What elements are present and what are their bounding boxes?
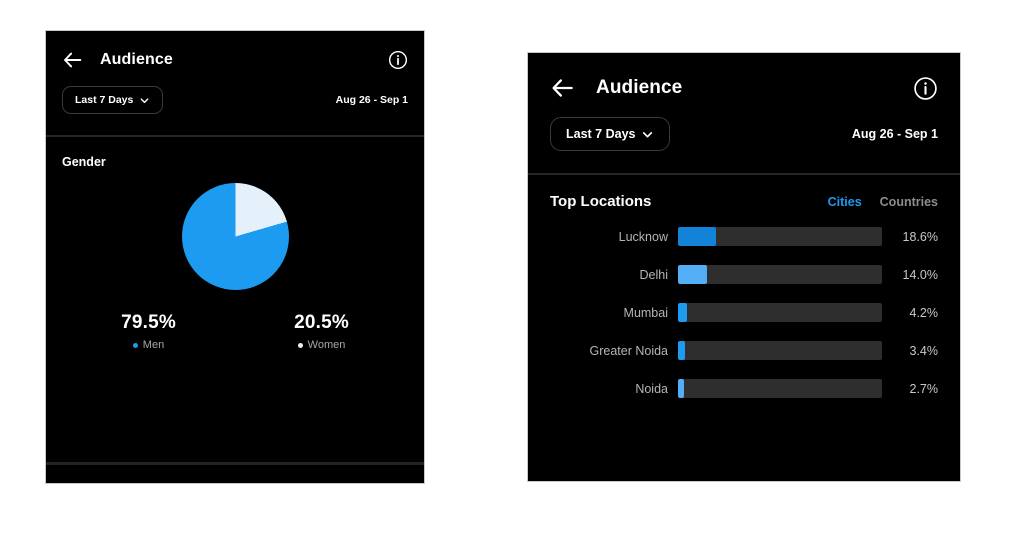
- women-label-text: Women: [307, 339, 346, 351]
- pie-slices: [181, 183, 289, 290]
- men-color-dot: [132, 342, 138, 348]
- bar-track: [678, 265, 882, 284]
- audience-gender-panel: Audience Last 7 Days Aug 26 - Sep 1 Gend…: [45, 30, 425, 484]
- filter-row: Last 7 Days Aug 26 - Sep 1: [62, 86, 408, 114]
- bar-percentage: 18.6%: [902, 229, 938, 244]
- top-locations-header: Top Locations Cities Countries: [550, 193, 938, 210]
- locations-bar-list: Lucknow 18.6% Delhi 14.0% Mumbai 4.2% Greater …: [550, 227, 938, 398]
- chevron-down-icon: [140, 97, 149, 103]
- page-title: Audience: [596, 77, 683, 98]
- women-percentage: 20.5%: [294, 312, 349, 333]
- top-locations-card: Top Locations Cities Countries Lucknow 18…: [528, 175, 960, 398]
- date-range-text: Aug 26 - Sep 1: [335, 94, 408, 106]
- bar-label: Greater Noida: [589, 343, 668, 358]
- filter-row: Last 7 Days Aug 26 - Sep 1: [550, 117, 938, 151]
- gender-card-title: Gender: [62, 155, 106, 169]
- bar-percentage: 4.2%: [909, 305, 939, 320]
- bar-track: [678, 341, 882, 360]
- men-legend-label: Men: [62, 339, 235, 351]
- info-circle-icon[interactable]: [913, 76, 938, 101]
- info-circle-icon[interactable]: [388, 50, 408, 70]
- date-range-selector-label: Last 7 Days: [566, 127, 636, 141]
- date-range-text: Aug 26 - Sep 1: [851, 127, 938, 141]
- date-range-selector[interactable]: Last 7 Days: [550, 117, 671, 151]
- page-title: Audience: [100, 51, 173, 68]
- bar-fill: [678, 303, 687, 322]
- bar-percentage: 2.7%: [909, 381, 939, 396]
- bar-track: [678, 303, 882, 322]
- back-arrow-icon[interactable]: [550, 75, 576, 101]
- bar-row: Greater Noida 3.4%: [550, 341, 938, 360]
- men-percentage: 79.5%: [121, 312, 176, 333]
- bar-fill: [678, 379, 684, 398]
- date-range-selector-label: Last 7 Days: [75, 94, 134, 106]
- gender-legend: 79.5% Men 20.5% Women: [62, 312, 408, 351]
- men-label-text: Men: [142, 339, 165, 351]
- bar-percentage: 14.0%: [902, 267, 938, 282]
- bar-row: Delhi 14.0%: [550, 265, 938, 284]
- bar-fill: [678, 265, 707, 284]
- bar-fill: [678, 341, 685, 360]
- chevron-down-icon: [643, 131, 653, 137]
- bar-row: Noida 2.7%: [550, 379, 938, 398]
- women-color-dot: [297, 342, 303, 348]
- legend-item-women: 20.5% Women: [235, 312, 408, 351]
- bar-percentage: 3.4%: [909, 343, 939, 358]
- tab-countries[interactable]: Countries: [880, 195, 938, 209]
- legend-item-men: 79.5% Men: [62, 312, 235, 351]
- bar-label: Mumbai: [623, 305, 668, 320]
- tab-cities[interactable]: Cities: [828, 195, 862, 209]
- bar-label: Lucknow: [618, 229, 668, 244]
- gender-pie-chart: [62, 183, 408, 290]
- bar-row: Mumbai 4.2%: [550, 303, 938, 322]
- bar-label: Noida: [635, 381, 668, 396]
- date-range-selector[interactable]: Last 7 Days: [62, 86, 164, 114]
- gender-card: Gender 79.5% Men 20.5% Women: [46, 137, 424, 351]
- bar-track: [678, 379, 882, 398]
- women-legend-label: Women: [235, 339, 408, 351]
- top-locations-title: Top Locations: [550, 193, 652, 210]
- card-bottom-divider: [46, 462, 424, 465]
- bar-fill: [678, 227, 716, 246]
- app-header: Audience: [62, 40, 408, 80]
- audience-locations-panel: Audience Last 7 Days Aug 26 - Sep 1 Top …: [527, 52, 961, 482]
- bar-track: [678, 227, 882, 246]
- locations-scope-toggle: Cities Countries: [828, 195, 938, 209]
- app-header: Audience: [550, 65, 938, 111]
- bar-label: Delhi: [639, 267, 669, 282]
- bar-row: Lucknow 18.6%: [550, 227, 938, 246]
- back-arrow-icon[interactable]: [62, 49, 84, 71]
